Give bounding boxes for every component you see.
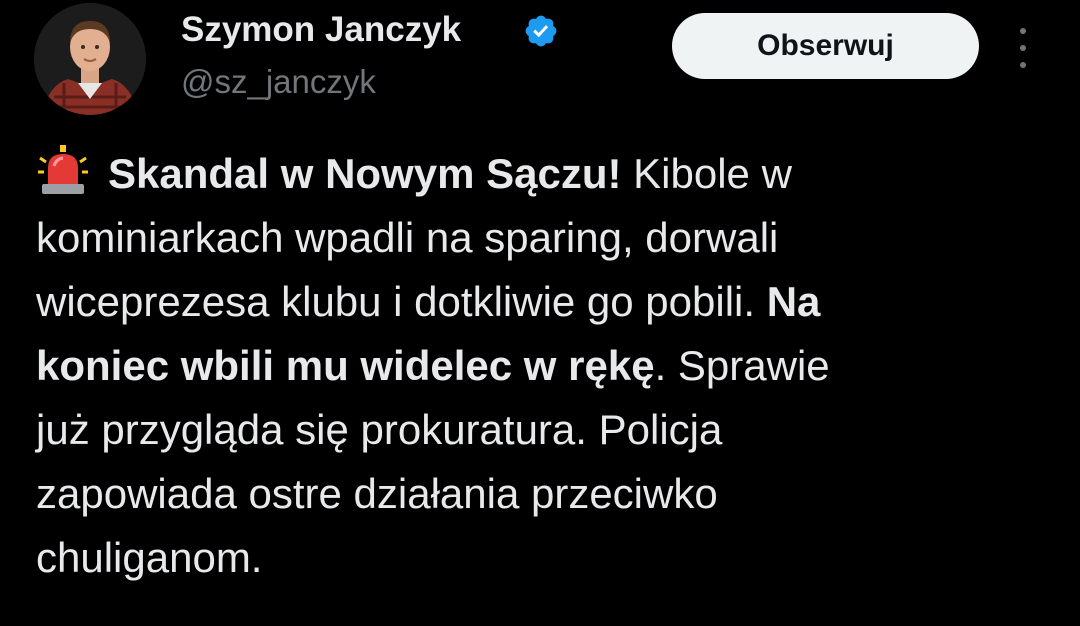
- dot: [1020, 45, 1026, 51]
- display-name[interactable]: Szymon Janczyk: [181, 10, 461, 50]
- user-avatar-photo: [34, 3, 146, 115]
- tweet-line-1: Skandal w Nowym Sączu! Kibole w: [36, 142, 1036, 206]
- user-handle[interactable]: @sz_janczyk: [181, 62, 376, 102]
- avatar[interactable]: [34, 3, 146, 115]
- tweet-text-segment: Kibole w: [633, 150, 792, 197]
- tweet-bold-segment: koniec wbili mu widelec w rękę: [36, 342, 655, 389]
- police-siren-emoji: [38, 145, 88, 194]
- more-options-icon[interactable]: [1012, 28, 1034, 68]
- tweet-headline: Skandal w Nowym Sączu!: [108, 150, 622, 197]
- tweet-text-segment: wiceprezesa klubu i dotkliwie go pobili.: [36, 278, 756, 325]
- tweet-line-4: koniec wbili mu widelec w rękę. Sprawie: [36, 334, 1036, 398]
- follow-button[interactable]: Obserwuj: [672, 13, 979, 79]
- dot: [1020, 62, 1026, 68]
- tweet-bold-segment: Na: [766, 278, 821, 325]
- tweet-text: Skandal w Nowym Sączu! Kibole w kominiar…: [36, 142, 1036, 590]
- tweet-line-3: wiceprezesa klubu i dotkliwie go pobili.…: [36, 270, 1036, 334]
- tweet-line-7: chuliganom.: [36, 534, 263, 581]
- tweet-line-6: zapowiada ostre działania przeciwko: [36, 470, 718, 517]
- verified-badge-icon: [525, 15, 557, 47]
- tweet-line-5: już przygląda się prokuratura. Policja: [36, 406, 723, 453]
- tweet-text-segment: . Sprawie: [654, 342, 830, 389]
- dot: [1020, 28, 1026, 34]
- tweet-line-2: kominiarkach wpadli na sparing, dorwali: [36, 214, 779, 261]
